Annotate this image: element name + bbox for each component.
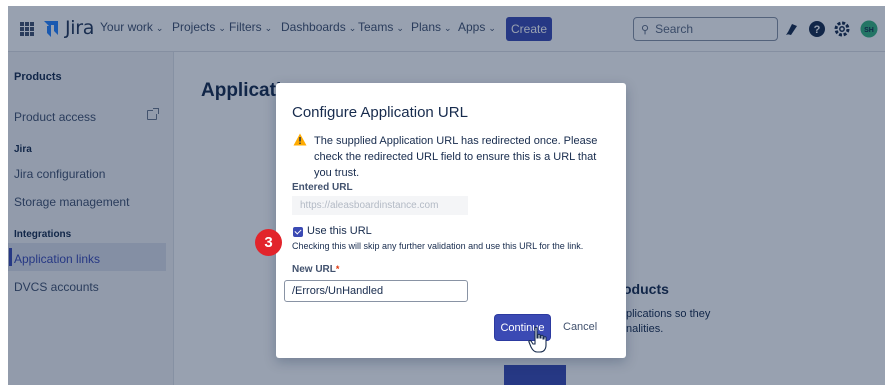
step-number-badge: 3: [255, 229, 282, 256]
app-frame: Jira Your work ⌄ Projects ⌄ Filters ⌄ Dashb…: [0, 0, 885, 385]
use-this-url-help: Checking this will skip any further vali…: [292, 241, 584, 251]
new-url-input[interactable]: /Errors/UnHandled: [284, 280, 468, 302]
required-asterisk: *: [335, 264, 340, 274]
dialog-title: Configure Application URL: [292, 104, 468, 121]
configure-application-url-dialog: Configure Application URL The supplied A…: [276, 83, 626, 358]
warning-icon: [293, 133, 307, 146]
use-this-url-label[interactable]: Use this URL: [307, 225, 372, 237]
new-url-label: New URL*: [292, 264, 339, 275]
cancel-button[interactable]: Cancel: [563, 321, 597, 333]
use-this-url-checkbox[interactable]: [293, 227, 303, 237]
new-url-label-text: New URL: [292, 264, 336, 275]
entered-url-field: https://aleasboardinstance.com: [292, 196, 468, 215]
warning-message: The supplied Application URL has redirec…: [314, 135, 598, 179]
hand-pointer-cursor-icon: [528, 326, 547, 353]
entered-url-label: Entered URL: [292, 182, 353, 193]
